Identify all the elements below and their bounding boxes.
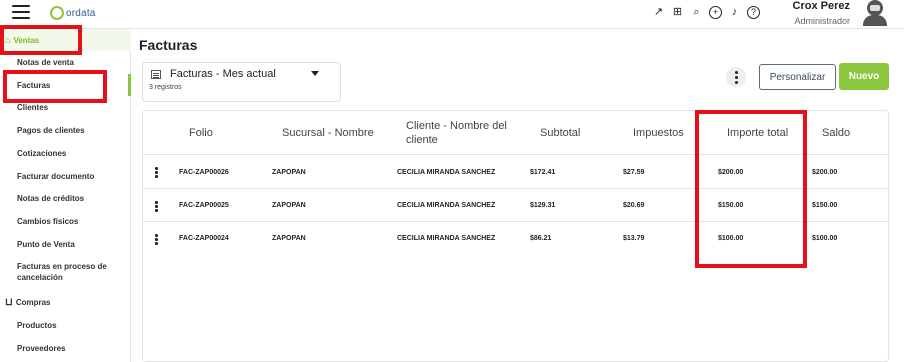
avatar[interactable] <box>860 0 890 26</box>
view-selector[interactable]: Facturas - Mes actual 3 registros <box>142 62 341 102</box>
cell-impuestos: $13.79 <box>623 235 645 242</box>
record-count: 3 registros <box>149 84 182 91</box>
user-info[interactable]: Crox Perez Administrador <box>786 0 850 28</box>
sidebar-group-label: Compras <box>15 297 51 307</box>
row-actions-icon[interactable] <box>155 201 158 212</box>
more-options-button[interactable] <box>726 67 746 87</box>
sidebar-item-pagos-de-clientes[interactable]: Pagos de clientes <box>17 125 117 136</box>
sidebar-group-compras[interactable]: ⊔ Compras <box>0 291 131 313</box>
row-actions-icon[interactable] <box>155 234 158 245</box>
chevron-down-icon[interactable] <box>311 71 319 76</box>
cell-saldo: $100.00 <box>812 235 838 242</box>
help-icon[interactable]: ? <box>747 6 760 19</box>
row-actions-icon[interactable] <box>155 167 158 178</box>
row-divider <box>143 188 888 189</box>
app-logo[interactable]: ordata <box>50 6 96 20</box>
cell-importe-total: $200.00 <box>718 169 744 176</box>
gift-icon[interactable]: ⊞ <box>671 6 684 19</box>
sidebar-item-productos[interactable]: Productos <box>17 320 117 331</box>
bell-icon[interactable]: ♪ <box>728 6 741 19</box>
customize-button[interactable]: Personalizar <box>759 64 836 90</box>
logo-mark-icon <box>50 6 64 20</box>
add-icon[interactable]: + <box>709 6 722 19</box>
page-title: Facturas <box>139 37 198 53</box>
cell-importe-total: $150.00 <box>718 202 744 209</box>
sidebar-item-facturar-documento[interactable]: Facturar documento <box>17 171 117 182</box>
header-divider <box>143 154 888 155</box>
sidebar-item-cambios-fisicos[interactable]: Cambios físicos <box>17 216 117 227</box>
top-icons: ↗ ⊞ ⌕ + ♪ ? <box>652 6 760 19</box>
cell-cliente: CECILIA MIRANDA SANCHEZ <box>397 169 496 176</box>
external-link-icon[interactable]: ↗ <box>652 6 665 19</box>
column-header-sucursal[interactable]: Sucursal - Nombre <box>282 111 374 154</box>
sidebar-item-notas-de-venta[interactable]: Notas de venta <box>17 57 117 68</box>
column-header-impuestos[interactable]: Impuestos <box>633 111 684 154</box>
invoices-table: Folio Sucursal - Nombre Cliente - Nombre… <box>142 110 889 362</box>
cell-folio[interactable]: FAC-ZAP00024 <box>179 235 229 242</box>
new-button[interactable]: Nuevo <box>839 63 889 90</box>
cell-subtotal: $172.41 <box>530 169 556 176</box>
top-bar: ordata ↗ ⊞ ⌕ + ♪ ? Crox Perez Administra… <box>0 0 904 29</box>
sidebar: ⌂ Ventas Notas de venta Facturas Cliente… <box>0 29 131 362</box>
cell-cliente: CECILIA MIRANDA SANCHEZ <box>397 202 496 209</box>
cell-folio[interactable]: FAC-ZAP00025 <box>179 202 229 209</box>
column-header-subtotal[interactable]: Subtotal <box>540 111 580 154</box>
column-header-folio[interactable]: Folio <box>189 111 213 154</box>
cell-subtotal: $86.21 <box>530 235 552 242</box>
cell-saldo: $150.00 <box>812 202 838 209</box>
sidebar-item-facturas[interactable]: Facturas <box>17 80 117 91</box>
sidebar-item-cotizaciones[interactable]: Cotizaciones <box>17 148 117 159</box>
sidebar-item-punto-de-venta[interactable]: Punto de Venta <box>17 239 117 250</box>
store-icon: ⌂ <box>5 35 11 45</box>
sidebar-item-notas-de-creditos[interactable]: Notas de créditos <box>17 193 117 204</box>
sidebar-item-facturas-en-proceso-de-cancelacion[interactable]: Facturas en proceso de cancelación <box>17 261 112 283</box>
sidebar-group-label: Ventas <box>13 35 40 45</box>
logo-text: ordata <box>66 7 96 19</box>
cell-impuestos: $20.69 <box>623 202 645 209</box>
cell-subtotal: $129.31 <box>530 202 556 209</box>
cell-folio[interactable]: FAC-ZAP00026 <box>179 169 229 176</box>
search-icon[interactable]: ⌕ <box>690 6 703 19</box>
user-role: Administrador <box>794 16 850 26</box>
sidebar-active-indicator <box>128 74 131 96</box>
column-header-importe-total[interactable]: Importe total <box>727 111 788 154</box>
user-name: Crox Perez <box>792 0 850 12</box>
column-header-saldo[interactable]: Saldo <box>822 111 850 154</box>
cart-icon: ⊔ <box>5 296 13 308</box>
column-header-cliente[interactable]: Cliente - Nombre del cliente <box>406 111 516 154</box>
menu-icon[interactable] <box>12 5 30 19</box>
cell-impuestos: $27.59 <box>623 169 645 176</box>
list-view-icon <box>151 70 161 79</box>
sidebar-item-proveedores[interactable]: Proveedores <box>17 343 117 354</box>
cell-sucursal: ZAPOPAN <box>272 202 306 209</box>
view-selector-label: Facturas - Mes actual <box>170 68 276 80</box>
cell-cliente: CECILIA MIRANDA SANCHEZ <box>397 235 496 242</box>
row-divider <box>143 221 888 222</box>
sidebar-item-clientes[interactable]: Clientes <box>17 102 117 113</box>
cell-saldo: $200.00 <box>812 169 838 176</box>
cell-sucursal: ZAPOPAN <box>272 169 306 176</box>
sidebar-group-ventas[interactable]: ⌂ Ventas <box>0 29 131 51</box>
cell-importe-total: $100.00 <box>718 235 744 242</box>
cell-sucursal: ZAPOPAN <box>272 235 306 242</box>
